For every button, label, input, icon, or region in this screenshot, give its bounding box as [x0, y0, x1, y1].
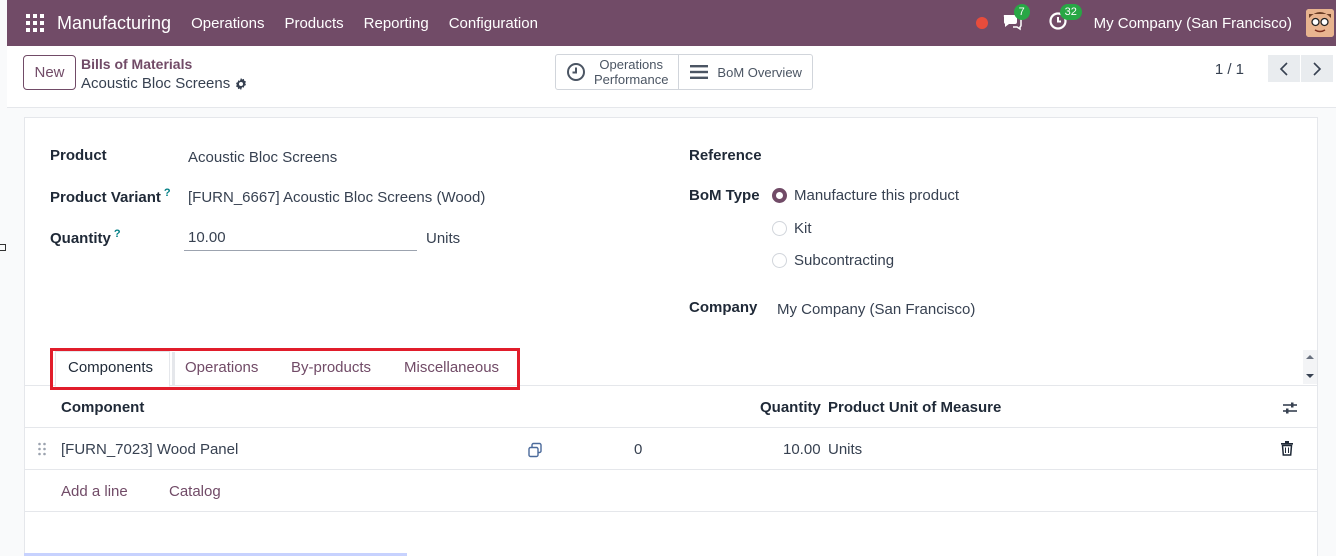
menu-reporting[interactable]: Reporting — [354, 15, 439, 32]
activities-button[interactable]: 32 — [1048, 4, 1082, 35]
row-quantity[interactable]: 10.00 — [783, 441, 821, 458]
column-component[interactable]: Component — [61, 399, 144, 416]
table-row[interactable]: [FURN_7023] Wood Panel 0 10.00 Units — [25, 428, 1317, 470]
list-icon — [690, 65, 709, 79]
chevron-right-icon — [1313, 61, 1322, 76]
quantity-input[interactable]: 10.00 — [184, 226, 417, 251]
drag-handle-icon[interactable] — [37, 442, 47, 456]
catalog-link[interactable]: Catalog — [169, 483, 221, 500]
gear-icon[interactable] — [234, 77, 248, 91]
pager-next-button[interactable] — [1301, 55, 1333, 82]
company-switcher[interactable]: My Company (San Francisco) — [1094, 15, 1292, 32]
record-icon[interactable] — [975, 17, 988, 29]
copy-icon[interactable] — [527, 442, 543, 458]
company-field[interactable]: My Company (San Francisco) — [777, 301, 975, 318]
components-table-header: Component Quantity Product Unit of Measu… — [25, 386, 1317, 428]
help-icon[interactable]: ? — [164, 187, 171, 199]
user-avatar[interactable] — [1306, 9, 1334, 37]
breadcrumb-current: Acoustic Bloc Screens — [81, 75, 248, 92]
radio-unchecked-icon — [772, 253, 787, 268]
radio-checked-icon — [772, 188, 787, 203]
operations-performance-label: Operations Performance — [594, 57, 669, 87]
operations-performance-button[interactable]: Operations Performance — [556, 55, 678, 89]
product-variant-label: Product Variant? — [50, 187, 171, 206]
chevron-left-icon — [1279, 61, 1288, 76]
activities-badge: 32 — [1059, 4, 1082, 20]
company-label: Company — [689, 299, 758, 316]
pager-buttons — [1268, 55, 1333, 82]
breadcrumb-current-label: Acoustic Bloc Screens — [81, 75, 231, 92]
systray: 7 32 My Company (San Francisco) — [975, 0, 1336, 46]
breadcrumb-parent[interactable]: Bills of Materials — [81, 56, 192, 72]
reference-label: Reference — [689, 147, 762, 164]
radio-unchecked-icon — [772, 221, 787, 236]
form-sheet: Product Acoustic Bloc Screens Product Va… — [24, 117, 1318, 556]
control-panel: New Bills of Materials Acoustic Bloc Scr… — [7, 46, 1336, 108]
main-menu: Operations Products Reporting Configurat… — [181, 15, 548, 32]
menu-products[interactable]: Products — [274, 15, 353, 32]
product-variant-field[interactable]: [FURN_6667] Acoustic Bloc Screens (Wood) — [188, 189, 485, 206]
clock-icon — [567, 63, 585, 81]
messages-badge: 7 — [1013, 4, 1030, 20]
column-uom[interactable]: Product Unit of Measure — [828, 399, 1001, 416]
app-name[interactable]: Manufacturing — [57, 13, 171, 34]
avatar-face-icon — [1306, 9, 1334, 37]
menu-configuration[interactable]: Configuration — [439, 15, 548, 32]
menu-operations[interactable]: Operations — [181, 15, 274, 32]
bom-type-manufacture[interactable]: Manufacture this product — [772, 187, 959, 204]
add-a-line-link[interactable]: Add a line — [61, 483, 128, 500]
row-availability: 0 — [634, 441, 643, 458]
trash-icon[interactable] — [1281, 441, 1293, 456]
pager-value[interactable]: 1 / 1 — [1215, 61, 1244, 78]
smart-buttons: Operations Performance BoM Overview — [555, 54, 813, 90]
quantity-uom: Units — [426, 230, 461, 247]
messages-button[interactable]: 7 — [1002, 4, 1030, 35]
product-field[interactable]: Acoustic Bloc Screens — [188, 149, 337, 166]
row-uom[interactable]: Units — [828, 441, 862, 458]
bom-overview-button[interactable]: BoM Overview — [678, 55, 812, 89]
pager-previous-button[interactable] — [1268, 55, 1300, 82]
bom-type-kit[interactable]: Kit — [772, 220, 812, 237]
edge-marker — [0, 244, 6, 251]
new-button[interactable]: New — [23, 55, 76, 90]
top-navbar: Manufacturing Operations Products Report… — [7, 0, 1336, 46]
column-settings-icon[interactable] — [1282, 400, 1298, 416]
scroll-down-icon — [1306, 374, 1314, 378]
column-quantity[interactable]: Quantity — [760, 399, 821, 416]
bom-type-subcontracting[interactable]: Subcontracting — [772, 252, 894, 269]
scroll-up-icon — [1306, 355, 1314, 359]
tabs-highlight-box — [50, 348, 520, 390]
row-component[interactable]: [FURN_7023] Wood Panel — [61, 441, 238, 458]
product-label: Product — [50, 147, 107, 164]
tabs-scrollbar[interactable] — [1303, 350, 1317, 384]
apps-grid-icon[interactable] — [26, 14, 44, 32]
bom-type-label: BoM Type — [689, 187, 760, 204]
help-icon[interactable]: ? — [114, 228, 121, 240]
quantity-label: Quantity? — [50, 228, 121, 247]
add-line-row: Add a line Catalog — [25, 470, 1317, 512]
